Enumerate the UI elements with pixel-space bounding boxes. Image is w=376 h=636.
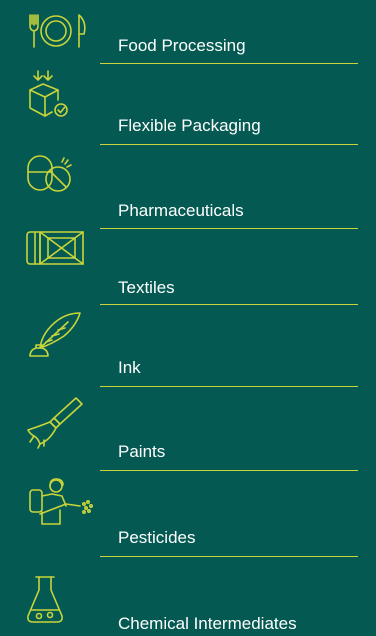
- list-item-label: Flexible Packaging: [118, 116, 261, 135]
- divider: [100, 304, 358, 305]
- divider: [100, 386, 358, 387]
- divider: [100, 228, 358, 229]
- list-item-label: Ink: [118, 358, 141, 377]
- industry-list: Food Processing Flexible Packaging Pharm…: [0, 0, 376, 636]
- list-item-label: Food Processing: [118, 36, 246, 55]
- list-item-label: Paints: [118, 442, 166, 461]
- divider: [100, 556, 358, 557]
- list-item-label: Textiles: [118, 278, 175, 297]
- list-item-label: Pesticides: [118, 528, 196, 547]
- package-box-icon: [26, 70, 76, 120]
- quill-inkwell-icon: [26, 312, 86, 358]
- divider: [100, 144, 358, 145]
- list-item-label: Chemical Intermediates: [118, 614, 297, 633]
- paint-brush-icon: [26, 396, 86, 449]
- fork-plate-knife-icon: [26, 14, 98, 48]
- divider: [100, 63, 358, 64]
- list-item-label: Pharmaceuticals: [118, 201, 244, 220]
- sprayer-worker-icon: [26, 478, 96, 525]
- flask-icon: [26, 576, 66, 624]
- capsule-pill-icon: [26, 155, 76, 194]
- fabric-roll-icon: [26, 230, 86, 266]
- divider: [100, 470, 358, 471]
